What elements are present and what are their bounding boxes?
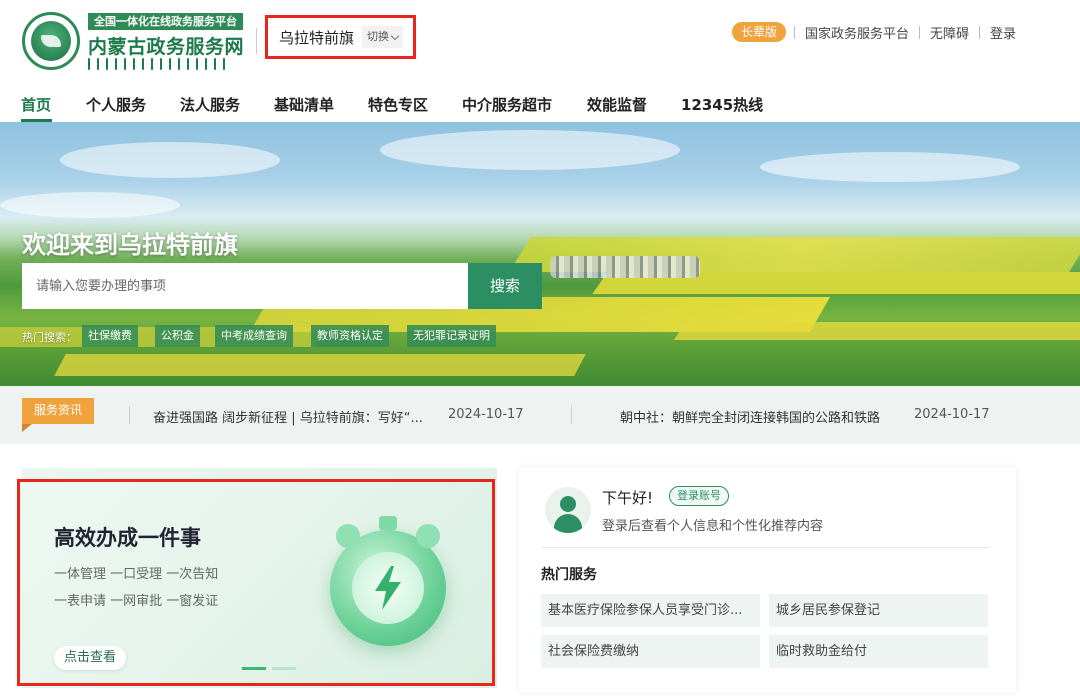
login-hint: 登录后查看个人信息和个性化推荐内容 — [602, 519, 824, 534]
nav-item-hotline[interactable]: 12345热线 — [681, 94, 763, 115]
nav-item-home[interactable]: 首页 — [21, 94, 51, 115]
top-links: 长辈版 国家政务服务平台 无障碍 登录 — [731, 22, 1016, 42]
hot-search-tag[interactable]: 公积金 — [155, 325, 200, 347]
nav-item-basic-list[interactable]: 基础清单 — [274, 94, 334, 115]
hot-services-title: 热门服务 — [541, 567, 597, 583]
nav-item-special-zone[interactable]: 特色专区 — [368, 94, 428, 115]
nav-item-agency-market[interactable]: 中介服务超市 — [462, 94, 552, 115]
top-link-separator — [918, 25, 920, 39]
news-item-title[interactable]: 朝中社：朝鲜完全封闭连接韩国的公路和铁路 — [620, 407, 880, 426]
stopwatch-icon — [330, 516, 446, 646]
accessibility-link[interactable]: 无障碍 — [930, 23, 969, 42]
site-name[interactable]: 内蒙古政务服务网 — [88, 32, 244, 59]
service-item[interactable]: 基本医疗保险参保人员享受门诊... — [541, 594, 760, 627]
hot-search-tag[interactable]: 社保缴费 — [82, 325, 138, 347]
news-item-date: 2024-10-17 — [448, 407, 524, 422]
news-ticker: 服务资讯 奋进强国路 阔步新征程 | 乌拉特前旗：写好“... 2024-10-… — [0, 386, 1080, 444]
user-panel: 下午好! 登录账号 登录后查看个人信息和个性化推荐内容 热门服务 基本医疗保险参… — [519, 468, 1016, 692]
elder-version-button[interactable]: 长辈版 — [731, 22, 786, 42]
promo-line: 一表申请 一网审批 一窗发证 — [54, 594, 219, 609]
lightning-icon — [375, 566, 401, 610]
hot-search-tag[interactable]: 中考成绩查询 — [215, 325, 293, 347]
top-link-separator — [793, 25, 795, 39]
site-header: 全国一体化在线政务服务平台 内蒙古政务服务网 乌拉特前旗 切换 长辈版 国家政务… — [0, 0, 1080, 84]
promo-card[interactable]: 高效办成一件事 一体管理 一口受理 一次告知 一表申请 一网审批 一窗发证 点击… — [17, 479, 495, 686]
search-button[interactable]: 搜索 — [468, 263, 542, 309]
platform-badge: 全国一体化在线政务服务平台 — [88, 13, 243, 30]
site-logo-icon[interactable] — [22, 12, 80, 70]
service-item[interactable]: 社会保险费缴纳 — [541, 635, 760, 668]
login-link[interactable]: 登录 — [990, 23, 1016, 42]
news-item-title[interactable]: 奋进强国路 阔步新征程 | 乌拉特前旗：写好“... — [153, 407, 423, 426]
nav-item-efficiency[interactable]: 效能监督 — [587, 94, 647, 115]
chevron-down-icon — [390, 31, 400, 40]
carousel-dot-active[interactable] — [242, 667, 266, 670]
service-item[interactable]: 城乡居民参保登记 — [769, 594, 988, 627]
region-name: 乌拉特前旗 — [279, 28, 355, 47]
service-item[interactable]: 临时救助金给付 — [769, 635, 988, 668]
hero-banner: 欢迎来到乌拉特前旗 搜索 热门搜索： 社保缴费 公积金 中考成绩查询 教师资格认… — [0, 122, 1080, 386]
promo-title: 高效办成一件事 — [54, 526, 201, 550]
news-tag: 服务资讯 — [22, 398, 95, 432]
region-selector[interactable]: 乌拉特前旗 切换 — [265, 15, 416, 59]
region-switch-label: 切换 — [367, 30, 390, 43]
view-details-button[interactable]: 点击查看 — [54, 646, 127, 670]
carousel-dot[interactable] — [272, 667, 296, 670]
national-platform-link[interactable]: 国家政务服务平台 — [805, 23, 909, 42]
nav-item-personal[interactable]: 个人服务 — [86, 94, 146, 115]
promo-line: 一体管理 一口受理 一次告知 — [54, 567, 219, 582]
town-graphic — [550, 256, 700, 278]
nav-item-corporate[interactable]: 法人服务 — [180, 94, 240, 115]
news-divider — [129, 406, 130, 424]
region-switch-button[interactable]: 切换 — [362, 26, 404, 48]
mongolian-script-logo — [88, 58, 236, 70]
news-divider — [571, 406, 572, 424]
welcome-title: 欢迎来到乌拉特前旗 — [22, 231, 238, 259]
panel-divider — [541, 547, 989, 548]
login-account-button[interactable]: 登录账号 — [669, 486, 729, 506]
hot-search-tag[interactable]: 无犯罪记录证明 — [407, 325, 496, 347]
search-input[interactable] — [22, 263, 468, 309]
top-link-separator — [978, 25, 980, 39]
greeting-text: 下午好! — [602, 489, 654, 507]
avatar-icon — [545, 487, 591, 533]
news-item-date: 2024-10-17 — [914, 407, 990, 422]
main-nav: 首页 个人服务 法人服务 基础清单 特色专区 中介服务超市 效能监督 12345… — [0, 84, 1080, 122]
hot-search-label: 热门搜索： — [22, 331, 77, 344]
hot-search-tag[interactable]: 教师资格认定 — [311, 325, 389, 347]
header-divider — [256, 28, 257, 54]
